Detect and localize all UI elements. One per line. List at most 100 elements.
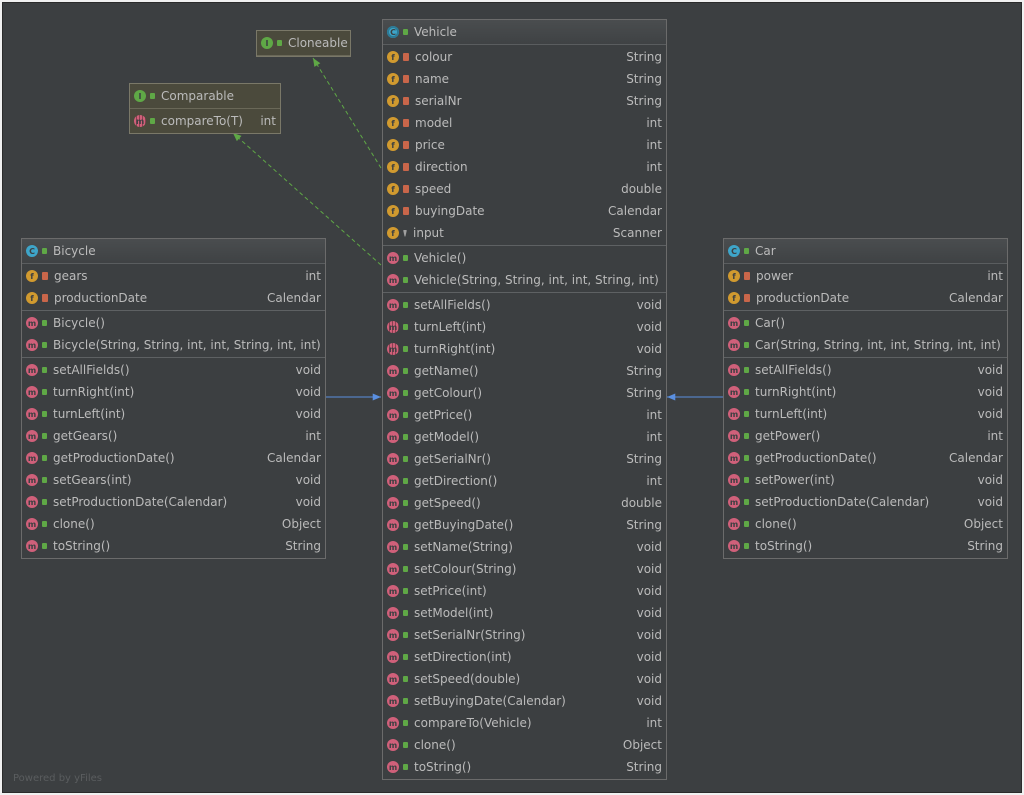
field-row[interactable]: f buyingDate Calendar	[383, 200, 666, 222]
method-row[interactable]: m getModel() int	[383, 426, 666, 448]
method-row[interactable]: m getProductionDate() Calendar	[22, 447, 325, 469]
field-type: Scanner	[612, 226, 662, 240]
method-type: int	[646, 408, 662, 422]
class-box-bicycle[interactable]: C Bicycle f gears int f productionDate Calendar…	[21, 238, 326, 559]
public-visibility-icon	[42, 499, 47, 505]
class-header[interactable]: C Vehicle	[383, 20, 666, 45]
field-icon: f	[387, 73, 399, 85]
public-visibility-icon	[42, 342, 47, 348]
class-box-car[interactable]: C Car f power int f productionDate Calendar m Car…	[723, 238, 1008, 559]
field-icon: f	[387, 117, 399, 129]
constructor-row[interactable]: m Vehicle(String, String, int, int, Strin…	[383, 269, 666, 291]
method-row[interactable]: m turnLeft(int) void	[22, 403, 325, 425]
method-type: String	[285, 539, 321, 553]
field-row[interactable]: f power int	[724, 265, 1007, 287]
class-box-cloneable[interactable]: I Cloneable	[256, 30, 351, 57]
field-row[interactable]: f serialNr String	[383, 90, 666, 112]
field-row[interactable]: f speed double	[383, 178, 666, 200]
method-icon: m	[387, 717, 399, 729]
method-row[interactable]: m setPrice(int) void	[383, 580, 666, 602]
method-row[interactable]: m compareTo(Vehicle) int	[383, 712, 666, 734]
class-header[interactable]: C Bicycle	[22, 239, 325, 264]
method-row[interactable]: m toString() String	[383, 756, 666, 778]
method-row[interactable]: m setBuyingDate(Calendar) void	[383, 690, 666, 712]
method-row[interactable]: m getDirection() int	[383, 470, 666, 492]
fields-section: f power int f productionDate Calendar	[724, 264, 1007, 311]
method-row[interactable]: m setSerialNr(String) void	[383, 624, 666, 646]
method-row[interactable]: m getSerialNr() String	[383, 448, 666, 470]
method-row[interactable]: m getGears() int	[22, 425, 325, 447]
method-row[interactable]: m getPower() int	[724, 425, 1007, 447]
method-row[interactable]: m setDirection(int) void	[383, 646, 666, 668]
class-name: Cloneable	[288, 36, 348, 50]
method-row[interactable]: m setProductionDate(Calendar) void	[724, 491, 1007, 513]
field-row[interactable]: f productionDate Calendar	[22, 287, 325, 309]
constructor-row[interactable]: m Bicycle(String, String, int, int, Strin…	[22, 334, 325, 356]
method-row[interactable]: m turnRight(int) void	[383, 338, 666, 360]
field-type: Calendar	[949, 291, 1003, 305]
public-visibility-icon	[42, 320, 47, 326]
method-row[interactable]: m setModel(int) void	[383, 602, 666, 624]
method-row[interactable]: m turnRight(int) void	[724, 381, 1007, 403]
method-row[interactable]: m turnLeft(int) void	[724, 403, 1007, 425]
constructor-row[interactable]: m Bicycle()	[22, 312, 325, 334]
method-row[interactable]: m setName(String) void	[383, 536, 666, 558]
class-box-vehicle[interactable]: C Vehicle f colour String f name String f serialN…	[382, 19, 667, 780]
method-row[interactable]: m getPrice() int	[383, 404, 666, 426]
method-row[interactable]: m toString() String	[22, 535, 325, 557]
method-row[interactable]: m getSpeed() double	[383, 492, 666, 514]
method-row[interactable]: m setPower(int) void	[724, 469, 1007, 491]
method-row[interactable]: m getProductionDate() Calendar	[724, 447, 1007, 469]
method-row[interactable]: m clone() Object	[724, 513, 1007, 535]
field-type: double	[621, 182, 662, 196]
field-row[interactable]: f gears int	[22, 265, 325, 287]
field-row[interactable]: f colour String	[383, 46, 666, 68]
field-row[interactable]: f price int	[383, 134, 666, 156]
class-header[interactable]: I Comparable	[130, 84, 280, 109]
private-visibility-icon	[744, 272, 750, 280]
constructor-row[interactable]: m Car()	[724, 312, 1007, 334]
public-visibility-icon	[744, 367, 749, 373]
field-row[interactable]: f productionDate Calendar	[724, 287, 1007, 309]
field-row[interactable]: f input Scanner	[383, 222, 666, 244]
method-row[interactable]: m setAllFields() void	[22, 359, 325, 381]
car-extends-vehicle-edge-arrowhead	[667, 393, 676, 401]
method-row[interactable]: m toString() String	[724, 535, 1007, 557]
method-row[interactable]: m getColour() String	[383, 382, 666, 404]
method-row[interactable]: m compareTo(T) int	[130, 110, 280, 132]
constructor-row[interactable]: m Vehicle()	[383, 247, 666, 269]
method-type: void	[636, 298, 662, 312]
method-row[interactable]: m setColour(String) void	[383, 558, 666, 580]
method-row[interactable]: m turnLeft(int) void	[383, 316, 666, 338]
field-type: Calendar	[608, 204, 662, 218]
class-header[interactable]: C Car	[724, 239, 1007, 264]
public-visibility-icon	[277, 40, 282, 46]
class-box-comparable[interactable]: I Comparable m compareTo(T) int	[129, 83, 281, 134]
method-row[interactable]: m clone() Object	[22, 513, 325, 535]
public-visibility-icon	[744, 389, 749, 395]
method-row[interactable]: m setGears(int) void	[22, 469, 325, 491]
method-row[interactable]: m turnRight(int) void	[22, 381, 325, 403]
abstract-method-icon: m	[134, 115, 146, 127]
field-row[interactable]: f name String	[383, 68, 666, 90]
field-row[interactable]: f direction int	[383, 156, 666, 178]
method-type: void	[295, 385, 321, 399]
method-name: setDirection(int)	[414, 650, 512, 664]
field-row[interactable]: f model int	[383, 112, 666, 134]
class-header[interactable]: I Cloneable	[257, 31, 350, 56]
method-row[interactable]: m clone() Object	[383, 734, 666, 756]
method-row[interactable]: m getName() String	[383, 360, 666, 382]
method-row[interactable]: m setSpeed(double) void	[383, 668, 666, 690]
field-type: String	[626, 94, 662, 108]
method-icon: m	[26, 518, 38, 530]
method-name: setGears(int)	[53, 473, 132, 487]
private-visibility-icon	[744, 294, 750, 302]
method-row[interactable]: m setProductionDate(Calendar) void	[22, 491, 325, 513]
method-icon: m	[387, 453, 399, 465]
constructor-row[interactable]: m Car(String, String, int, int, String, i…	[724, 334, 1007, 356]
field-icon: f	[387, 205, 399, 217]
method-row[interactable]: m getBuyingDate() String	[383, 514, 666, 536]
fields-section: f colour String f name String f serialNr String f…	[383, 45, 666, 246]
method-row[interactable]: m setAllFields() void	[383, 294, 666, 316]
method-row[interactable]: m setAllFields() void	[724, 359, 1007, 381]
